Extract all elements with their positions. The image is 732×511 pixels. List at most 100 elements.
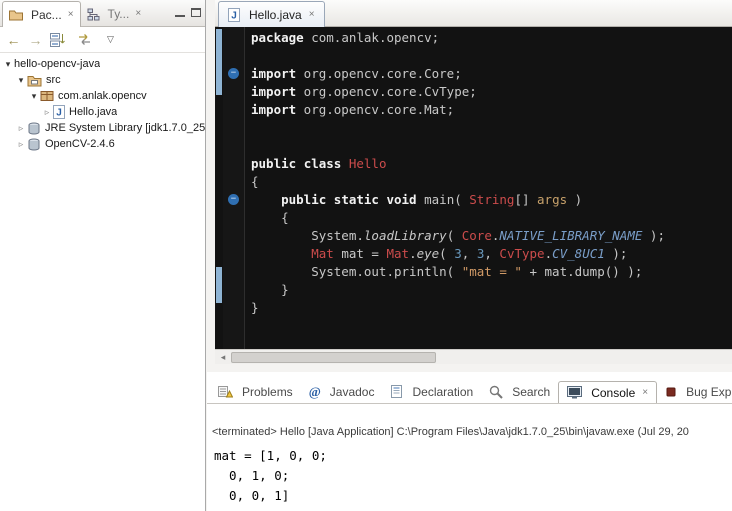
code-token: CvType — [499, 246, 544, 261]
code-token: class — [304, 156, 342, 171]
code-line[interactable]: System.loadLibrary( Core.NATIVE_LIBRARY_… — [251, 227, 665, 245]
tab-problems[interactable]: Problems — [210, 380, 301, 403]
tree-item-jre-system-library-jdk1-7-0-25[interactable]: ▹ JRE System Library [jdk1.7.0_25] — [0, 120, 205, 136]
declaration-icon — [390, 385, 403, 398]
tree-item-hello-java[interactable]: ▹J Hello.java — [0, 104, 205, 120]
code-line[interactable]: import org.opencv.core.CvType; — [251, 83, 665, 101]
code-line[interactable]: import org.opencv.core.Mat; — [251, 101, 665, 119]
code-line[interactable]: { — [251, 209, 665, 227]
tree-item-com-anlak-opencv[interactable]: ▾ com.anlak.opencv — [0, 88, 205, 104]
tab-type-hierarchy[interactable]: Ty... × — [81, 2, 148, 26]
code-token: 3 — [454, 246, 462, 261]
code-token — [326, 192, 334, 207]
code-line[interactable]: Mat mat = Mat.eye( 3, 3, CvType.CV_8UC1 … — [251, 245, 665, 263]
console-output[interactable]: mat = [1, 0, 0; 0, 1, 0; 0, 0, 1] — [214, 446, 327, 506]
code-editor[interactable]: −− package com.anlak.opencv;import org.o… — [215, 27, 732, 349]
fold-ruler[interactable]: −− — [223, 27, 245, 349]
code-line[interactable]: { — [251, 173, 665, 191]
problems-icon — [218, 385, 233, 398]
tree-item-label: src — [46, 74, 61, 86]
code-token: Core — [462, 228, 492, 243]
tab-label: Console — [591, 386, 635, 400]
code-lines[interactable]: package com.anlak.opencv; import org.open… — [245, 27, 665, 349]
code-token: main( — [417, 192, 470, 207]
close-icon[interactable]: × — [135, 9, 141, 19]
tab-label: Problems — [242, 385, 293, 399]
code-line[interactable]: public static void main( String[] args ) — [251, 191, 665, 209]
maximize-icon[interactable] — [191, 8, 201, 17]
code-token: Mat — [311, 246, 334, 261]
close-icon[interactable]: × — [309, 10, 315, 20]
code-token — [341, 156, 349, 171]
tab-console[interactable]: Console × — [558, 381, 657, 404]
expand-arrow-icon[interactable]: ▹ — [15, 123, 27, 134]
link-with-editor-button[interactable] — [77, 31, 92, 49]
code-line[interactable] — [251, 47, 665, 65]
collapse-arrow-icon[interactable]: ▾ — [28, 91, 40, 102]
code-line[interactable]: } — [251, 299, 665, 317]
tree-item-label: OpenCV-2.4.6 — [45, 138, 115, 150]
tree-item-label: JRE System Library [jdk1.7.0_25] — [45, 122, 205, 134]
code-token: System. — [251, 228, 364, 243]
source-folder-icon — [27, 74, 42, 87]
java-file-icon: J — [228, 8, 240, 22]
fold-collapse-icon[interactable]: − — [228, 68, 239, 79]
code-token: . — [545, 246, 553, 261]
close-icon[interactable]: × — [68, 10, 74, 20]
package-explorer-panel: Pac... × Ty... × ← → ▽ ▾hello-opencv-jav… — [0, 0, 206, 511]
tab-declaration[interactable]: Declaration — [382, 380, 481, 403]
tab-label: Pac... — [31, 8, 62, 22]
range-indicator — [216, 267, 222, 303]
editor-tabbar: J Hello.java × — [215, 0, 732, 27]
bottom-tabbar: Problems @JavadocDeclaration Search Console… — [207, 378, 732, 404]
annotation-ruler[interactable] — [215, 27, 223, 349]
close-icon[interactable]: × — [642, 388, 648, 398]
sidebar-toolbar: ← → ▽ — [0, 27, 205, 53]
collapse-arrow-icon[interactable]: ▾ — [2, 59, 14, 70]
tab-search[interactable]: Search — [481, 380, 558, 403]
back-button[interactable]: ← — [6, 31, 21, 49]
tab-package-explorer[interactable]: Pac... × — [2, 1, 81, 27]
code-token: ); — [642, 228, 665, 243]
view-menu-icon[interactable]: ▽ — [103, 31, 118, 49]
scroll-left-icon[interactable]: ◂ — [215, 352, 231, 363]
code-token: mat = — [334, 246, 387, 261]
editor-tab-hello-java[interactable]: J Hello.java × — [218, 1, 325, 27]
tree-item-opencv-2-4-6[interactable]: ▹ OpenCV-2.4.6 — [0, 136, 205, 152]
svg-text:J: J — [56, 108, 62, 119]
code-token: ) — [567, 192, 582, 207]
tab-label: Search — [512, 385, 550, 399]
tree-item-label: com.anlak.opencv — [58, 90, 147, 102]
tree-item-label: Hello.java — [69, 106, 117, 118]
expand-arrow-icon[interactable]: ▹ — [15, 139, 27, 150]
console-icon — [567, 386, 582, 399]
expand-arrow-icon[interactable]: ▹ — [41, 107, 53, 118]
code-line[interactable] — [251, 137, 665, 155]
code-token: static — [334, 192, 379, 207]
collapse-arrow-icon[interactable]: ▾ — [15, 75, 27, 86]
code-token: + mat.dump() ); — [522, 264, 642, 279]
console-header: <terminated> Hello [Java Application] C:… — [212, 426, 732, 438]
code-line[interactable]: package com.anlak.opencv; — [251, 29, 665, 47]
code-line[interactable] — [251, 119, 665, 137]
scrollbar-thumb[interactable] — [231, 352, 436, 363]
code-line[interactable]: public class Hello — [251, 155, 665, 173]
tree-item-src[interactable]: ▾ src — [0, 72, 205, 88]
fold-collapse-icon[interactable]: − — [228, 194, 239, 205]
forward-button[interactable]: → — [28, 31, 43, 49]
code-token: public — [281, 192, 326, 207]
package-explorer-icon — [9, 9, 23, 21]
minimize-icon[interactable] — [175, 8, 185, 17]
code-line[interactable]: import org.opencv.core.Core; — [251, 65, 665, 83]
code-line[interactable]: } — [251, 281, 665, 299]
editor-horizontal-scrollbar[interactable]: ◂ — [215, 349, 732, 364]
code-token: [] — [514, 192, 537, 207]
tab-bug-explorer[interactable]: Bug Explorer — [657, 380, 732, 403]
search-icon — [489, 385, 503, 399]
tab-javadoc[interactable]: @Javadoc — [301, 380, 383, 403]
collapse-all-button[interactable] — [50, 31, 66, 49]
tree-item-hello-opencv-java[interactable]: ▾hello-opencv-java — [0, 56, 205, 72]
code-line[interactable]: System.out.println( "mat = " + mat.dump(… — [251, 263, 665, 281]
library-icon — [27, 122, 41, 135]
code-token: org.opencv.core.Core; — [296, 66, 462, 81]
